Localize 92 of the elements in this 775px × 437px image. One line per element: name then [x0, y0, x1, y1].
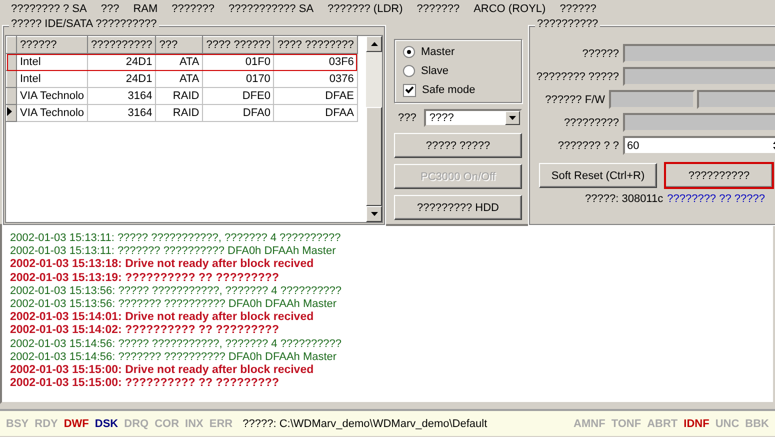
- table-cell: 0376: [274, 70, 358, 88]
- field-label: ?????????: [562, 116, 619, 128]
- up-arrow-icon: [370, 42, 378, 46]
- status-code: DWF: [64, 418, 89, 430]
- log-line: 2002-01-03 15:13:11: ??????? ?????????? DFA0h DFAAh Master: [10, 245, 336, 258]
- menu-item[interactable]: ???????? ? SA: [4, 3, 94, 15]
- radio-button[interactable]: [403, 46, 415, 58]
- log-line: 2002-01-03 15:14:56: ??????? ?????????? DFA0h DFAAh Master: [10, 350, 337, 364]
- table-cell: VIA Technolo: [16, 104, 88, 122]
- table-cell: RAID: [156, 104, 203, 122]
- status-code: BBK: [745, 418, 769, 430]
- log-line: 2002-01-03 15:13:56: ????? ???????????, ??????? 4 ??????????: [10, 284, 342, 298]
- menu-item[interactable]: ??????????? SA: [222, 3, 321, 15]
- table-cell: 0170: [202, 70, 274, 88]
- link[interactable]: ???????? ?? ?????: [667, 193, 765, 205]
- port-label: ???: [398, 112, 416, 124]
- status-code: RDY: [34, 418, 58, 430]
- table-cell: 24D1: [88, 70, 156, 88]
- column-header[interactable]: ??????: [16, 36, 88, 54]
- drive-button[interactable]: ??????????: [665, 163, 773, 188]
- table-cell: DFAE: [274, 88, 358, 104]
- table-cell: 3164: [88, 88, 156, 104]
- table-row[interactable]: VIA Technolo 3164 RAID DFE0 DFAE: [6, 88, 358, 104]
- scrollbar[interactable]: [366, 36, 382, 222]
- status-code: INX: [185, 418, 204, 430]
- table-cell: DFE0: [202, 88, 274, 104]
- action-button[interactable]: ????? ?????: [394, 133, 522, 158]
- text-field[interactable]: [697, 90, 775, 109]
- status-code: UNC: [715, 418, 740, 430]
- checkbox-label[interactable]: Safe mode: [422, 84, 476, 96]
- table-cell: Intel: [16, 70, 88, 88]
- version-text: ?????: 308011c: [585, 193, 664, 205]
- group-title: ????? IDE/SATA ??????????: [9, 18, 159, 30]
- pointer-icon: [8, 107, 12, 116]
- log-line: 2002-01-03 15:13:19: ?????????? ?? ?????????: [10, 272, 279, 285]
- radio-label[interactable]: Master: [421, 46, 455, 58]
- table-row[interactable]: VIA Technolo 3164 RAID DFA0 DFAA: [6, 104, 358, 122]
- table-cell: 3164: [88, 104, 156, 122]
- spin-field[interactable]: 60: [623, 136, 775, 155]
- log-line: 2002-01-03 15:13:56: ??????? ?????????? DFA0h DFAAh Master: [10, 298, 337, 312]
- status-code: BSY: [6, 418, 29, 430]
- field-label: ?????? F/W: [544, 94, 605, 106]
- menu-item[interactable]: RAM: [126, 3, 165, 15]
- table-row[interactable]: Intel 24D1 ATA 0170 0376: [6, 70, 358, 88]
- menu-item[interactable]: ???????: [410, 3, 467, 15]
- status-code: AMNF: [574, 418, 606, 430]
- table-cell: DFAA: [274, 104, 358, 122]
- log-line: 2002-01-03 15:14:02: ?????????? ?? ?????????: [10, 324, 279, 338]
- log-line: 2002-01-03 15:14:01: Drive not ready after block recived: [10, 311, 314, 324]
- status-code: TONF: [611, 418, 642, 430]
- field-label: ??????: [581, 48, 619, 60]
- text-field[interactable]: [609, 90, 695, 109]
- status-code: DRQ: [124, 418, 149, 430]
- table-cell: ATA: [156, 70, 203, 88]
- log-line: 2002-01-03 15:13:18: Drive not ready after block recived: [10, 258, 314, 272]
- drive-button[interactable]: Soft Reset (Ctrl+R): [539, 163, 657, 188]
- group-title: ??????????: [535, 18, 600, 30]
- menu-item[interactable]: ???: [94, 3, 126, 15]
- status-code: ABRT: [647, 418, 678, 430]
- down-arrow-icon: [509, 116, 516, 120]
- menu-item[interactable]: ARCO (ROYL): [466, 3, 553, 15]
- log-line: 2002-01-03 15:14:56: ????? ???????????, ??????? 4 ??????????: [10, 338, 342, 351]
- menu-item[interactable]: ???????: [164, 3, 222, 15]
- status-code: ERR: [209, 418, 233, 430]
- table-cell: RAID: [156, 88, 203, 104]
- path-text: ?????: C:\WDMarv_demo\WDMarv_demo\Default: [242, 418, 488, 430]
- status-code: COR: [154, 418, 180, 430]
- action-button[interactable]: ????????? HDD: [394, 195, 522, 220]
- checkbox[interactable]: [403, 84, 416, 96]
- menu-item[interactable]: ??????? (LDR): [320, 3, 410, 15]
- log-line: 2002-01-03 15:13:11: ????? ???????????, ??????? 4 ??????????: [10, 232, 341, 246]
- column-header[interactable]: ??????????: [88, 36, 156, 54]
- table-cell: VIA Technolo: [16, 88, 88, 104]
- log-line: 2002-01-03 15:15:00: Drive not ready after block recived: [10, 364, 314, 378]
- table-row[interactable]: Intel 24D1 ATA 01F0 03F6: [6, 54, 358, 70]
- field-label: ???????? ?????: [535, 70, 619, 82]
- menu-item[interactable]: ??????: [552, 3, 604, 15]
- radio-button[interactable]: [403, 65, 415, 77]
- port-dropdown[interactable]: ????: [424, 109, 522, 127]
- status-code: IDNF: [684, 418, 710, 430]
- text-field[interactable]: [623, 44, 775, 63]
- down-arrow-icon: [370, 212, 378, 216]
- radio-label[interactable]: Slave: [421, 65, 449, 77]
- status-code: DSK: [94, 418, 118, 430]
- column-header[interactable]: ???? ????????: [274, 36, 358, 54]
- table-cell: DFA0: [202, 104, 274, 122]
- column-header[interactable]: ???: [156, 36, 203, 54]
- field-label: ??????? ? ?: [556, 140, 619, 152]
- log-line: 2002-01-03 15:15:00: ?????????? ?? ?????????: [10, 377, 279, 390]
- column-header[interactable]: ???? ??????: [202, 36, 274, 54]
- text-field[interactable]: [623, 113, 775, 132]
- text-field[interactable]: [623, 67, 775, 86]
